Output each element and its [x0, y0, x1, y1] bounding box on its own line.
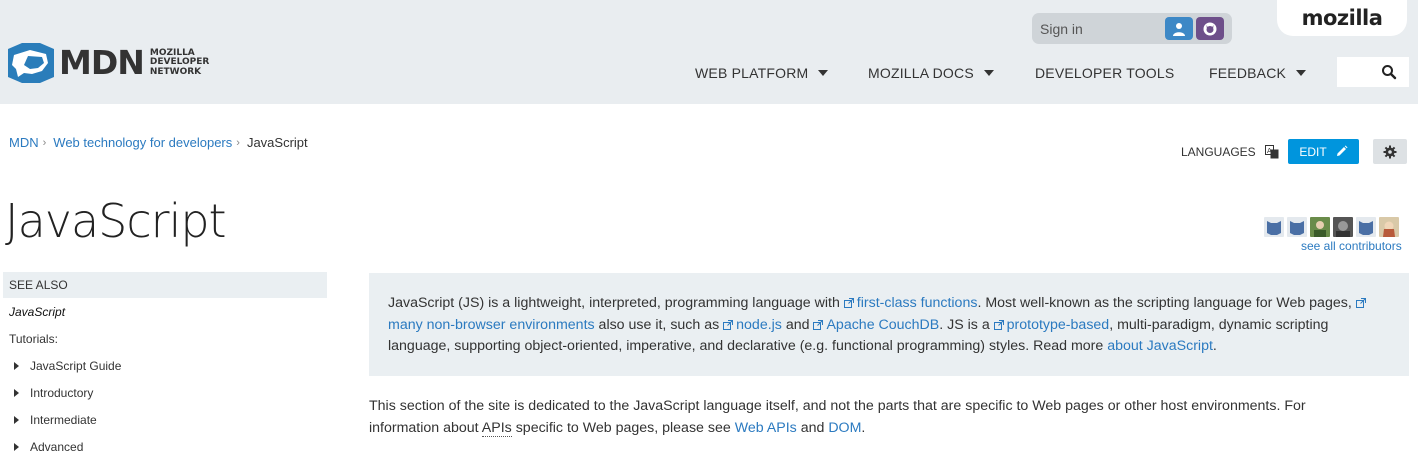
site-header: MDN MOZILLA DEVELOPER NETWORK mozilla Si… — [0, 0, 1418, 104]
github-icon — [1203, 22, 1217, 35]
apache-couchdb-link[interactable]: Apache CouchDB — [826, 317, 939, 333]
persona-signin-button[interactable] — [1165, 17, 1193, 40]
contributor-avatars — [1264, 217, 1399, 237]
expand-triangle-icon — [14, 361, 19, 370]
sidebar-tutorials-label: Tutorials: — [9, 331, 58, 346]
avatar[interactable] — [1310, 217, 1330, 237]
external-link-icon — [813, 319, 824, 330]
web-apis-link[interactable]: Web APIs — [735, 420, 797, 436]
sidebar-item-advanced[interactable]: Advanced — [3, 433, 327, 460]
breadcrumb: MDN › Web technology for developers › Ja… — [9, 135, 308, 150]
avatar[interactable] — [1356, 217, 1376, 237]
intro-text: and — [796, 419, 829, 436]
sidebar-item-label: Advanced — [30, 439, 84, 454]
sidebar: SEE ALSO JavaScript Tutorials: JavaScrip… — [3, 272, 327, 460]
caret-down-icon — [983, 70, 994, 76]
sidebar-item-javascript-guide[interactable]: JavaScript Guide — [3, 352, 327, 379]
summary-box: JavaScript (JS) is a lightweight, interp… — [369, 273, 1409, 376]
signin-bar: Sign in — [1032, 13, 1232, 44]
first-class-functions-link[interactable]: first-class functions — [857, 295, 978, 311]
languages-menu[interactable]: LANGUAGES A — [1181, 145, 1279, 159]
page-title: JavaScript — [5, 194, 227, 248]
sidebar-item-label: JavaScript Guide — [30, 358, 122, 373]
breadcrumb-web-technology[interactable]: Web technology for developers — [53, 135, 232, 150]
nav-label: MOZILLA DOCS — [868, 65, 974, 81]
nav-label: FEEDBACK — [1209, 65, 1287, 81]
external-link-icon — [1355, 298, 1366, 308]
edit-button[interactable]: EDIT — [1288, 139, 1359, 164]
expand-triangle-icon — [14, 388, 19, 397]
translate-icon: A — [1264, 145, 1279, 159]
expand-triangle-icon — [14, 415, 19, 424]
logo-subtitle-line: DEVELOPER — [149, 57, 210, 68]
nav-developer-tools[interactable]: DEVELOPER TOOLS — [1035, 65, 1174, 81]
summary-text: . — [1212, 338, 1217, 354]
sidebar-item-label: Intermediate — [30, 412, 97, 427]
svg-text:A: A — [1267, 147, 1272, 155]
avatar[interactable] — [1264, 217, 1284, 237]
chevron-right-icon: › — [42, 136, 47, 149]
summary-text: . JS is a — [939, 316, 994, 333]
mozilla-wordmark: mozilla — [1301, 6, 1383, 30]
sidebar-current-page: JavaScript — [9, 304, 66, 319]
signin-label[interactable]: Sign in — [1040, 21, 1083, 37]
avatar[interactable] — [1379, 217, 1399, 237]
nav-label: WEB PLATFORM — [695, 65, 809, 81]
pencil-icon — [1336, 145, 1348, 156]
logo-subtitle-line: MOZILLA — [149, 47, 195, 58]
logo-subtitle-line: NETWORK — [149, 66, 202, 77]
nav-label: DEVELOPER TOOLS — [1035, 65, 1175, 81]
nav-feedback[interactable]: FEEDBACK — [1209, 65, 1307, 81]
see-also-heading: SEE ALSO — [3, 272, 327, 298]
logo-subtitle: MOZILLA DEVELOPER NETWORK — [149, 47, 210, 78]
intro-paragraph: This section of the site is dedicated to… — [369, 396, 1369, 439]
github-signin-button[interactable] — [1196, 17, 1224, 40]
external-link-icon — [843, 298, 854, 308]
sidebar-item-label: Introductory — [30, 385, 94, 400]
non-browser-environments-link[interactable]: many non-browser environments — [388, 317, 595, 333]
nodejs-link[interactable]: node.js — [736, 317, 782, 333]
caret-down-icon — [818, 70, 829, 76]
breadcrumb-mdn[interactable]: MDN — [9, 135, 39, 150]
external-link-icon — [993, 319, 1004, 330]
search-icon[interactable] — [1380, 63, 1398, 81]
sidebar-item-intermediate[interactable]: Intermediate — [3, 406, 327, 433]
summary-text: JavaScript (JS) is a lightweight, interp… — [388, 295, 844, 311]
intro-text: specific to Web pages, please see — [511, 419, 735, 436]
gear-icon — [1383, 145, 1397, 158]
summary-text: and — [781, 316, 814, 333]
summary-text: . Most well-known as the scripting langu… — [977, 295, 1356, 311]
edit-label: EDIT — [1299, 144, 1327, 159]
see-all-contributors-link[interactable]: see all contributors — [1301, 239, 1402, 253]
external-link-icon — [723, 319, 734, 330]
user-icon — [1173, 22, 1185, 36]
nav-web-platform[interactable]: WEB PLATFORM — [695, 65, 829, 81]
mozilla-tab[interactable]: mozilla — [1277, 0, 1407, 36]
chevron-right-icon: › — [236, 136, 240, 149]
nav-mozilla-docs[interactable]: MOZILLA DOCS — [868, 65, 994, 81]
sidebar-item-introductory[interactable]: Introductory — [3, 379, 327, 406]
mdn-logo[interactable]: MDN MOZILLA DEVELOPER NETWORK — [8, 43, 209, 83]
logo-text: MDN — [59, 43, 145, 82]
avatar[interactable] — [1287, 217, 1307, 237]
expand-triangle-icon — [14, 442, 19, 451]
search-input[interactable] — [1337, 57, 1409, 87]
caret-down-icon — [1296, 70, 1307, 76]
summary-text: also use it, such as — [594, 316, 724, 333]
breadcrumb-current: JavaScript — [246, 135, 308, 150]
settings-button[interactable] — [1373, 139, 1407, 164]
dom-link[interactable]: DOM — [828, 420, 861, 436]
apis-abbreviation: APIs — [481, 419, 512, 437]
intro-text: . — [861, 419, 866, 436]
mdn-dino-icon — [8, 43, 54, 83]
prototype-based-link[interactable]: prototype-based — [1007, 317, 1110, 333]
avatar[interactable] — [1333, 217, 1353, 237]
about-javascript-link[interactable]: about JavaScript — [1107, 338, 1213, 354]
languages-label: LANGUAGES — [1181, 145, 1256, 159]
